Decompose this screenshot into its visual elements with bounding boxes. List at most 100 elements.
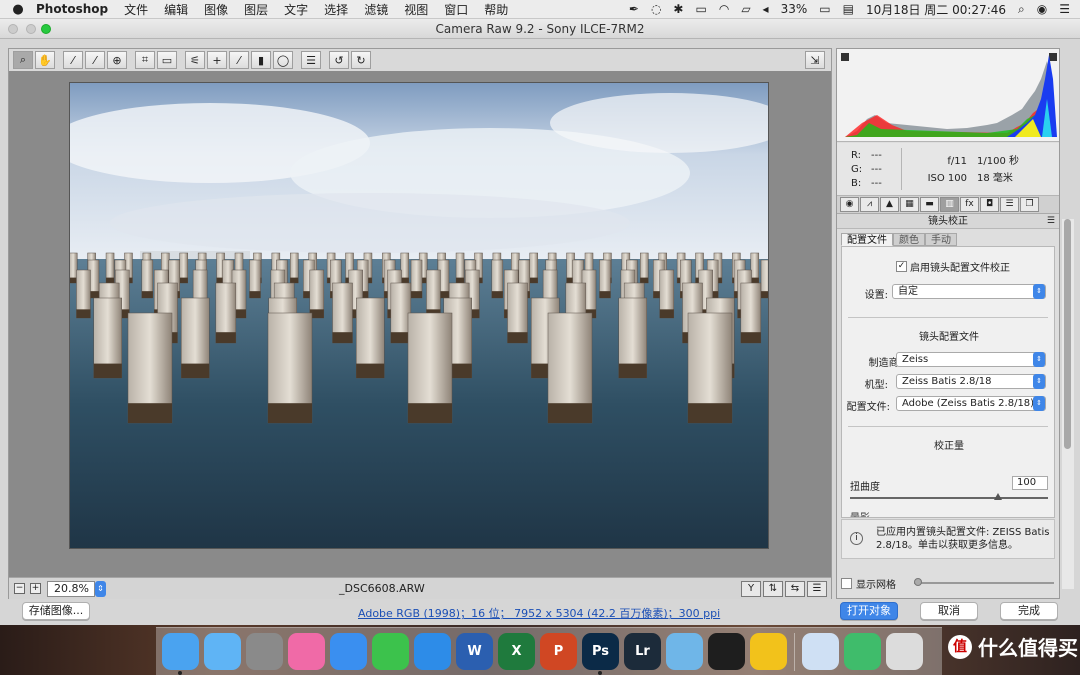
clock[interactable]: 10月18日 周二 00:27:46 — [866, 1, 1006, 18]
menu-file[interactable]: 文件 — [124, 1, 148, 18]
hand-icon[interactable]: ✋ — [35, 51, 55, 69]
split-toning-tab-icon[interactable]: ▬ — [920, 197, 939, 212]
distortion-slider-track[interactable] — [850, 497, 1048, 499]
notification-center-icon[interactable]: ☰ — [1059, 2, 1070, 16]
profile-select[interactable]: Adobe (Zeiss Batis 2.8/18) ⇕ — [896, 396, 1046, 411]
cancel-button[interactable]: 取消 — [920, 602, 978, 620]
zoom-out-button[interactable]: − — [14, 583, 25, 594]
grid-size-slider[interactable] — [914, 578, 1054, 586]
lens-corrections-tab-icon[interactable]: ▥ — [940, 197, 959, 212]
system-preferences-icon[interactable] — [246, 633, 283, 670]
profile-info-note[interactable]: i 已应用内置镜头配置文件: ZEISS Batis 2.8/18。单击以获取更… — [841, 519, 1055, 559]
color-sampler-icon[interactable]: ⁄ — [85, 51, 105, 69]
workflow-options-link[interactable]: Adobe RGB (1998)；16 位； 7952 x 5304 (42.2… — [358, 605, 720, 621]
show-grid-checkbox[interactable] — [841, 577, 852, 589]
maximize-button[interactable] — [41, 24, 51, 34]
word-icon[interactable]: W — [456, 633, 493, 670]
straighten-icon[interactable]: ▭ — [157, 51, 177, 69]
weather-icon[interactable] — [844, 633, 881, 670]
pen-status-icon[interactable]: ✒ — [629, 2, 639, 16]
battery-icon[interactable]: ▭ — [819, 2, 830, 16]
menu-window[interactable]: 窗口 — [444, 1, 468, 18]
menu-image[interactable]: 图像 — [204, 1, 228, 18]
flag-icon[interactable]: ▤ — [843, 2, 854, 16]
powerpoint-icon[interactable]: P — [540, 633, 577, 670]
spotlight-icon[interactable]: ⌕ — [1018, 2, 1025, 17]
menu-help[interactable]: 帮助 — [484, 1, 508, 18]
done-button[interactable]: 完成 — [1000, 602, 1058, 620]
close-button[interactable] — [8, 24, 18, 34]
save-image-button[interactable]: 存储图像... — [22, 602, 90, 620]
facetime-icon[interactable] — [372, 633, 409, 670]
panel-scrollbar[interactable] — [1062, 219, 1074, 589]
adjustment-brush-icon[interactable]: ⁄ — [229, 51, 249, 69]
qq-music-icon[interactable] — [750, 633, 787, 670]
effects-tab-icon[interactable]: fx — [960, 197, 979, 212]
tab-color[interactable]: 颜色 — [893, 233, 925, 246]
make-select[interactable]: Zeiss ⇕ — [896, 352, 1046, 367]
snapshots-tab-icon[interactable]: ❐ — [1020, 197, 1039, 212]
battery-percent[interactable]: 33% — [781, 2, 808, 16]
trash-icon[interactable] — [886, 633, 923, 670]
tone-curve-tab-icon[interactable]: ⩘ — [860, 197, 879, 212]
radial-filter-icon[interactable]: ◯ — [273, 51, 293, 69]
menu-select[interactable]: 选择 — [324, 1, 348, 18]
tab-manual[interactable]: 手动 — [925, 233, 957, 246]
target-adjust-icon[interactable]: ⊕ — [107, 51, 127, 69]
display-icon[interactable]: ▭ — [695, 2, 706, 16]
zoom-in-button[interactable]: + — [30, 583, 41, 594]
toggle-settings-icon[interactable]: ☰ — [807, 580, 827, 597]
toggle-fullscreen-icon[interactable]: ⇲ — [805, 51, 825, 69]
siri-icon[interactable]: ◉ — [1037, 2, 1047, 16]
zoom-stepper-icon[interactable]: ⇕ — [95, 580, 106, 597]
white-balance-icon[interactable]: ⁄ — [63, 51, 83, 69]
image-canvas[interactable] — [9, 71, 831, 577]
swap-view-icon[interactable]: ⇅ — [763, 580, 783, 597]
distortion-value-input[interactable]: 100 — [1012, 476, 1048, 490]
safari-icon[interactable] — [414, 633, 451, 670]
airmail-icon[interactable] — [666, 633, 703, 670]
menu-layer[interactable]: 图层 — [244, 1, 268, 18]
menu-type[interactable]: 文字 — [284, 1, 308, 18]
presets-tab-icon[interactable]: ☰ — [1000, 197, 1019, 212]
bt-download-icon[interactable] — [802, 633, 839, 670]
rotate-left-icon[interactable]: ↺ — [329, 51, 349, 69]
menu-filter[interactable]: 滤镜 — [364, 1, 388, 18]
zoom-level-select[interactable]: 20.8% — [47, 580, 95, 597]
basic-tab-icon[interactable]: ◉ — [840, 197, 859, 212]
copy-settings-icon[interactable]: ⇆ — [785, 580, 805, 597]
lightroom-icon[interactable]: Lr — [624, 633, 661, 670]
volume-icon[interactable]: ◂ — [763, 2, 769, 16]
messages-icon[interactable] — [204, 633, 241, 670]
zoom-icon[interactable]: ⌕ — [13, 51, 33, 69]
app-menu[interactable]: Photoshop — [36, 2, 108, 16]
model-select[interactable]: Zeiss Batis 2.8/18 ⇕ — [896, 374, 1046, 389]
wifi-icon[interactable]: ◠ — [719, 2, 729, 16]
scrollbar-thumb[interactable] — [1064, 219, 1071, 449]
bluetooth-icon[interactable]: ✱ — [673, 2, 683, 16]
excel-icon[interactable]: X — [498, 633, 535, 670]
compare-view-icon[interactable]: Y — [741, 580, 761, 597]
spot-removal-icon[interactable]: ⚟ — [185, 51, 205, 69]
enable-profile-checkbox[interactable]: ✓ — [896, 261, 907, 272]
setup-select[interactable]: 自定 ⇕ — [892, 284, 1046, 299]
open-object-button[interactable]: 打开对象 — [840, 602, 898, 620]
finder-icon[interactable] — [162, 633, 199, 675]
preferences-icon[interactable]: ☰ — [301, 51, 321, 69]
itunes-icon[interactable] — [288, 633, 325, 670]
detail-tab-icon[interactable]: ▲ — [880, 197, 899, 212]
apple-menu-icon[interactable]: ● — [0, 2, 36, 17]
red-eye-icon[interactable]: + — [207, 51, 227, 69]
minimize-button[interactable] — [26, 24, 36, 34]
crop-icon[interactable]: ⌗ — [135, 51, 155, 69]
photoshop-icon[interactable]: Ps — [582, 633, 619, 675]
graduated-filter-icon[interactable]: ▮ — [251, 51, 271, 69]
qq-icon[interactable] — [708, 633, 745, 670]
panel-menu-icon[interactable]: ☰ — [1047, 214, 1055, 229]
menu-edit[interactable]: 编辑 — [164, 1, 188, 18]
airplay-icon[interactable]: ▱ — [741, 2, 750, 16]
grid-size-thumb[interactable] — [914, 578, 922, 586]
sync-status-icon[interactable]: ◌ — [651, 2, 661, 16]
hsl-tab-icon[interactable]: ▦ — [900, 197, 919, 212]
photo-preview[interactable] — [69, 82, 769, 549]
